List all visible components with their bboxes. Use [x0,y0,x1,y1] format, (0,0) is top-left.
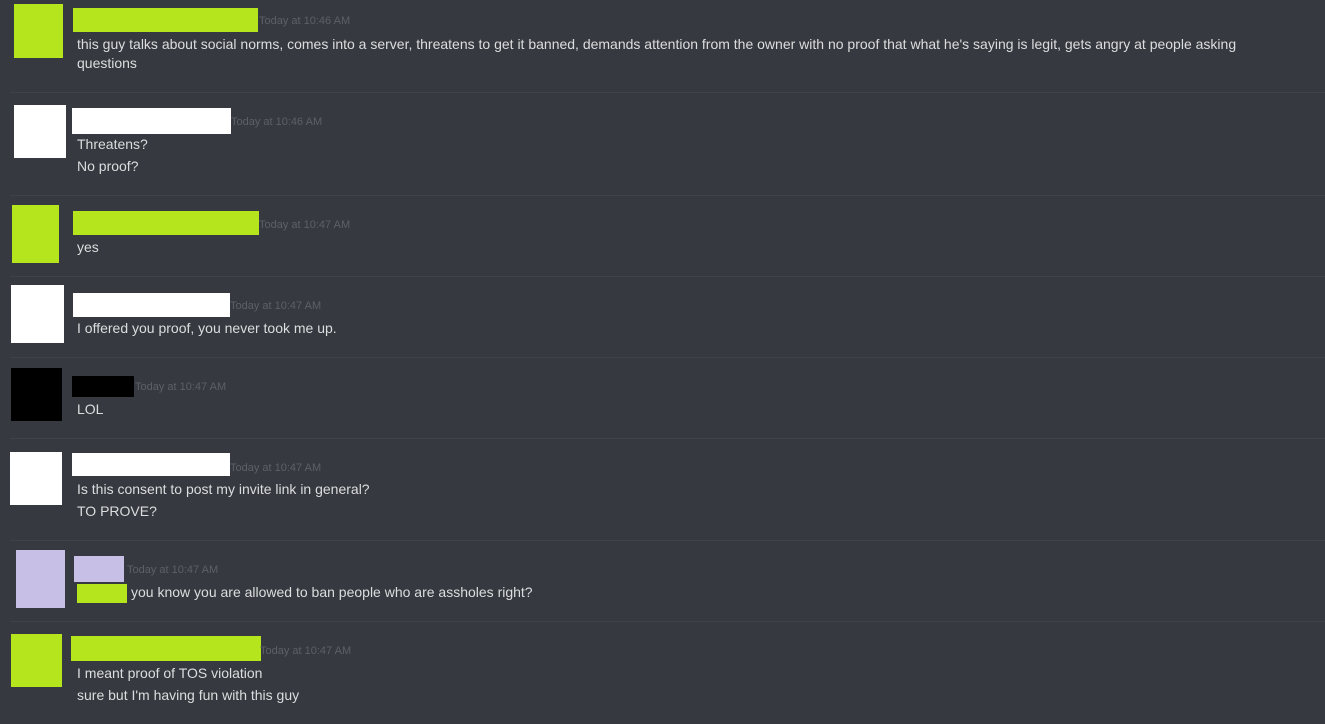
message-text: No proof? [77,158,139,174]
avatar[interactable] [11,368,62,421]
message: Today at 10:47 AM LOL [0,358,1325,438]
redacted-username[interactable] [74,556,124,582]
message-timestamp: Today at 10:47 AM [230,462,322,474]
redacted-username[interactable] [73,293,230,317]
message-timestamp: Today at 10:47 AM [230,300,322,312]
avatar[interactable] [16,550,65,608]
message-text: yes [77,239,99,255]
chat-message-list: Today at 10:46 AM this guy talks about s… [0,0,1325,724]
avatar[interactable] [14,105,66,158]
message-timestamp: Today at 10:47 AM [259,219,351,231]
message-text: I meant proof of TOS violation [77,665,263,681]
redacted-username[interactable] [72,453,230,476]
message-text: LOL [77,401,104,417]
avatar[interactable] [11,634,62,687]
message: Today at 10:46 AM this guy talks about s… [0,0,1325,92]
redacted-username[interactable] [71,636,261,661]
message-text: TO PROVE? [77,503,157,519]
message: Today at 10:47 AM Is this consent to pos… [0,439,1325,540]
message-timestamp: Today at 10:47 AM [135,381,227,393]
message: Today at 10:47 AM you know you are allow… [0,541,1325,621]
message-text: this guy talks about social norms, comes… [77,36,1237,71]
message-timestamp: Today at 10:46 AM [259,15,351,27]
message-text: Threatens? [77,136,148,152]
message-text: Is this consent to post my invite link i… [77,481,370,497]
message: Today at 10:47 AM yes [0,196,1325,276]
avatar[interactable] [10,452,62,505]
message-timestamp: Today at 10:46 AM [231,116,323,128]
message-text: I offered you proof, you never took me u… [77,320,337,336]
avatar[interactable] [12,205,59,263]
message: Today at 10:46 AM Threatens? No proof? [0,93,1325,195]
message-text: you know you are allowed to ban people w… [131,584,533,600]
avatar[interactable] [14,4,63,58]
message-text: sure but I'm having fun with this guy [77,687,300,703]
message: Today at 10:47 AM I offered you proof, y… [0,277,1325,357]
message-timestamp: Today at 10:47 AM [260,645,352,657]
redacted-username[interactable] [72,108,231,134]
redacted-username[interactable] [72,376,134,397]
avatar[interactable] [11,285,64,343]
redacted-username[interactable] [73,211,259,235]
redacted-username[interactable] [73,8,258,32]
message-timestamp: Today at 10:47 AM [127,564,219,576]
message: Today at 10:47 AM I meant proof of TOS v… [0,622,1325,724]
redacted-mention[interactable] [77,584,127,603]
